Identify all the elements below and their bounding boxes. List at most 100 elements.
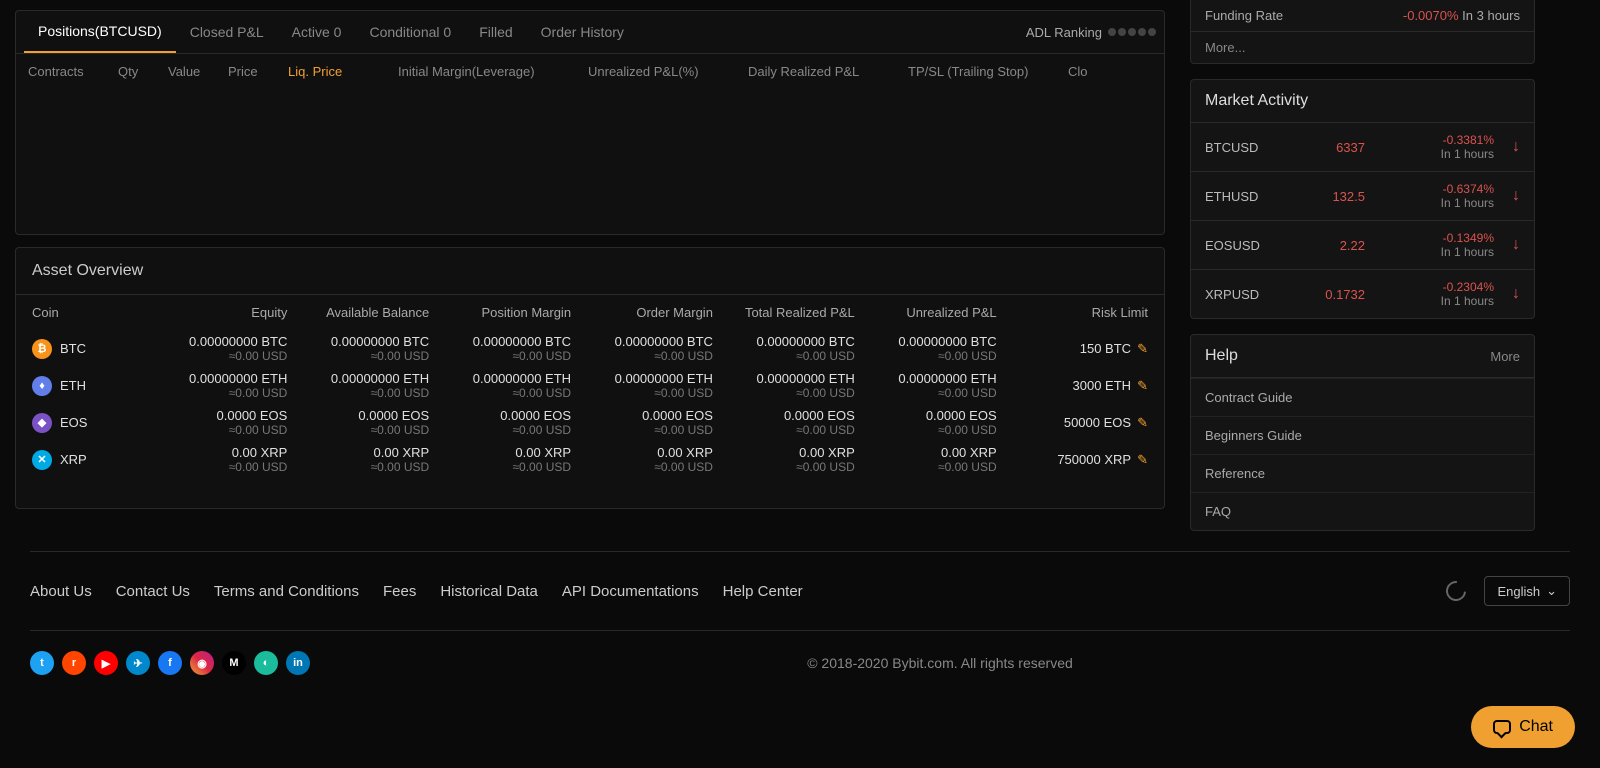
- footer-link[interactable]: About Us: [30, 583, 92, 600]
- market-price: 6337: [1295, 140, 1365, 155]
- social-icon[interactable]: r: [62, 651, 86, 675]
- language-selector[interactable]: English ⌄: [1484, 576, 1570, 606]
- social-icon[interactable]: ◐: [254, 651, 278, 675]
- asset-value: 0.00000000 BTC≈0.00 USD: [713, 334, 855, 363]
- positions-tabs: Positions(BTCUSD) Closed P&L Active 0 Co…: [16, 11, 1164, 54]
- social-icon[interactable]: t: [30, 651, 54, 675]
- help-more-link[interactable]: More: [1490, 349, 1520, 364]
- risk-limit-cell: 50000 EOS ✎: [997, 415, 1148, 431]
- col-position-margin: Position Margin: [429, 305, 571, 320]
- footer-link[interactable]: API Documentations: [562, 583, 699, 600]
- asset-value: 0.00000000 ETH≈0.00 USD: [713, 371, 855, 400]
- asset-value: 0.00 XRP≈0.00 USD: [145, 445, 287, 474]
- coin-cell: ♦ ETH: [32, 376, 145, 396]
- theme-toggle-icon[interactable]: [1442, 577, 1470, 605]
- more-link[interactable]: More...: [1190, 32, 1535, 64]
- risk-limit-cell: 3000 ETH ✎: [997, 378, 1148, 394]
- market-price: 132.5: [1295, 189, 1365, 204]
- risk-limit-cell: 750000 XRP ✎: [997, 452, 1148, 468]
- copyright: © 2018-2020 Bybit.com. All rights reserv…: [807, 655, 1073, 671]
- col-qty: Qty: [118, 64, 168, 79]
- market-change: -0.2304%In 1 hours: [1365, 280, 1494, 308]
- social-icon[interactable]: ✈: [126, 651, 150, 675]
- market-price: 0.1732: [1295, 287, 1365, 302]
- col-tpsl: TP/SL (Trailing Stop): [908, 64, 1068, 79]
- asset-value: 0.00000000 BTC≈0.00 USD: [145, 334, 287, 363]
- footer-links: About Us Contact Us Terms and Conditions Fe…: [30, 576, 1570, 606]
- asset-value: 0.00000000 ETH≈0.00 USD: [429, 371, 571, 400]
- edit-icon[interactable]: ✎: [1137, 378, 1148, 394]
- chat-icon: [1493, 720, 1511, 734]
- market-change: -0.1349%In 1 hours: [1365, 231, 1494, 259]
- market-item[interactable]: XRPUSD 0.1732 -0.2304%In 1 hours ↓: [1190, 270, 1535, 319]
- col-initial-margin: Initial Margin(Leverage): [398, 64, 588, 79]
- risk-limit-cell: 150 BTC ✎: [997, 341, 1148, 357]
- tab-closed-pnl[interactable]: Closed P&L: [176, 12, 278, 52]
- footer-link[interactable]: Terms and Conditions: [214, 583, 359, 600]
- asset-value: 0.00 XRP≈0.00 USD: [429, 445, 571, 474]
- market-item[interactable]: BTCUSD 6337 -0.3381%In 1 hours ↓: [1190, 123, 1535, 172]
- arrow-down-icon: ↓: [1512, 236, 1520, 254]
- asset-overview-title: Asset Overview: [16, 248, 1164, 295]
- market-activity-title: Market Activity: [1190, 79, 1535, 123]
- social-links: tr ▶ ✈ f ◉ M ◐ in: [30, 651, 310, 675]
- edit-icon[interactable]: ✎: [1137, 415, 1148, 431]
- eos-icon: ◆: [32, 413, 52, 433]
- positions-column-headers: Contracts Qty Value Price Liq. Price Ini…: [16, 54, 1164, 89]
- footer-link[interactable]: Contact Us: [116, 583, 190, 600]
- arrow-down-icon: ↓: [1512, 285, 1520, 303]
- market-item[interactable]: EOSUSD 2.22 -0.1349%In 1 hours ↓: [1190, 221, 1535, 270]
- asset-value: 0.00000000 BTC≈0.00 USD: [429, 334, 571, 363]
- col-close: Clo: [1068, 64, 1088, 79]
- arrow-down-icon: ↓: [1512, 187, 1520, 205]
- tab-filled[interactable]: Filled: [465, 12, 526, 52]
- asset-value: 0.00000000 ETH≈0.00 USD: [145, 371, 287, 400]
- footer-link[interactable]: Historical Data: [440, 583, 538, 600]
- market-item[interactable]: ETHUSD 132.5 -0.6374%In 1 hours ↓: [1190, 172, 1535, 221]
- market-symbol: BTCUSD: [1205, 140, 1295, 155]
- col-risk-limit: Risk Limit: [997, 305, 1148, 320]
- tab-order-history[interactable]: Order History: [527, 12, 638, 52]
- social-icon[interactable]: ▶: [94, 651, 118, 675]
- footer-link[interactable]: Fees: [383, 583, 416, 600]
- coin-symbol: EOS: [60, 415, 87, 430]
- asset-value: 0.0000 EOS≈0.00 USD: [287, 408, 429, 437]
- col-total-realized: Total Realized P&L: [713, 305, 855, 320]
- tab-conditional[interactable]: Conditional 0: [355, 12, 465, 52]
- help-item[interactable]: Beginners Guide: [1191, 416, 1534, 454]
- market-symbol: XRPUSD: [1205, 287, 1295, 302]
- tab-active[interactable]: Active 0: [278, 12, 356, 52]
- funding-rate-row: Funding Rate -0.0070% In 3 hours: [1190, 0, 1535, 32]
- coin-symbol: BTC: [60, 341, 86, 356]
- asset-value: 0.00000000 ETH≈0.00 USD: [571, 371, 713, 400]
- coin-symbol: XRP: [60, 452, 87, 467]
- asset-row: ♦ ETH 0.00000000 ETH≈0.00 USD0.00000000 …: [16, 367, 1164, 404]
- help-title-row: Help More: [1190, 334, 1535, 378]
- asset-value: 0.0000 EOS≈0.00 USD: [145, 408, 287, 437]
- social-icon[interactable]: ◉: [190, 651, 214, 675]
- chat-button[interactable]: Chat: [1471, 706, 1575, 748]
- edit-icon[interactable]: ✎: [1137, 452, 1148, 468]
- col-order-margin: Order Margin: [571, 305, 713, 320]
- help-item[interactable]: Reference: [1191, 454, 1534, 492]
- footer-link[interactable]: Help Center: [723, 583, 803, 600]
- market-symbol: EOSUSD: [1205, 238, 1295, 253]
- social-icon[interactable]: in: [286, 651, 310, 675]
- asset-value: 0.00 XRP≈0.00 USD: [287, 445, 429, 474]
- coin-cell: ✕ XRP: [32, 450, 145, 470]
- asset-column-headers: Coin Equity Available Balance Position M…: [16, 295, 1164, 330]
- help-item[interactable]: FAQ: [1191, 492, 1534, 530]
- asset-value: 0.0000 EOS≈0.00 USD: [713, 408, 855, 437]
- col-value: Value: [168, 64, 228, 79]
- social-icon[interactable]: M: [222, 651, 246, 675]
- tab-positions[interactable]: Positions(BTCUSD): [24, 11, 176, 53]
- asset-value: 0.00000000 BTC≈0.00 USD: [287, 334, 429, 363]
- market-change: -0.3381%In 1 hours: [1365, 133, 1494, 161]
- xrp-icon: ✕: [32, 450, 52, 470]
- arrow-down-icon: ↓: [1512, 138, 1520, 156]
- social-icon[interactable]: f: [158, 651, 182, 675]
- help-item[interactable]: Contract Guide: [1191, 378, 1534, 416]
- asset-value: 0.00000000 ETH≈0.00 USD: [855, 371, 997, 400]
- asset-value: 0.00 XRP≈0.00 USD: [855, 445, 997, 474]
- edit-icon[interactable]: ✎: [1137, 341, 1148, 357]
